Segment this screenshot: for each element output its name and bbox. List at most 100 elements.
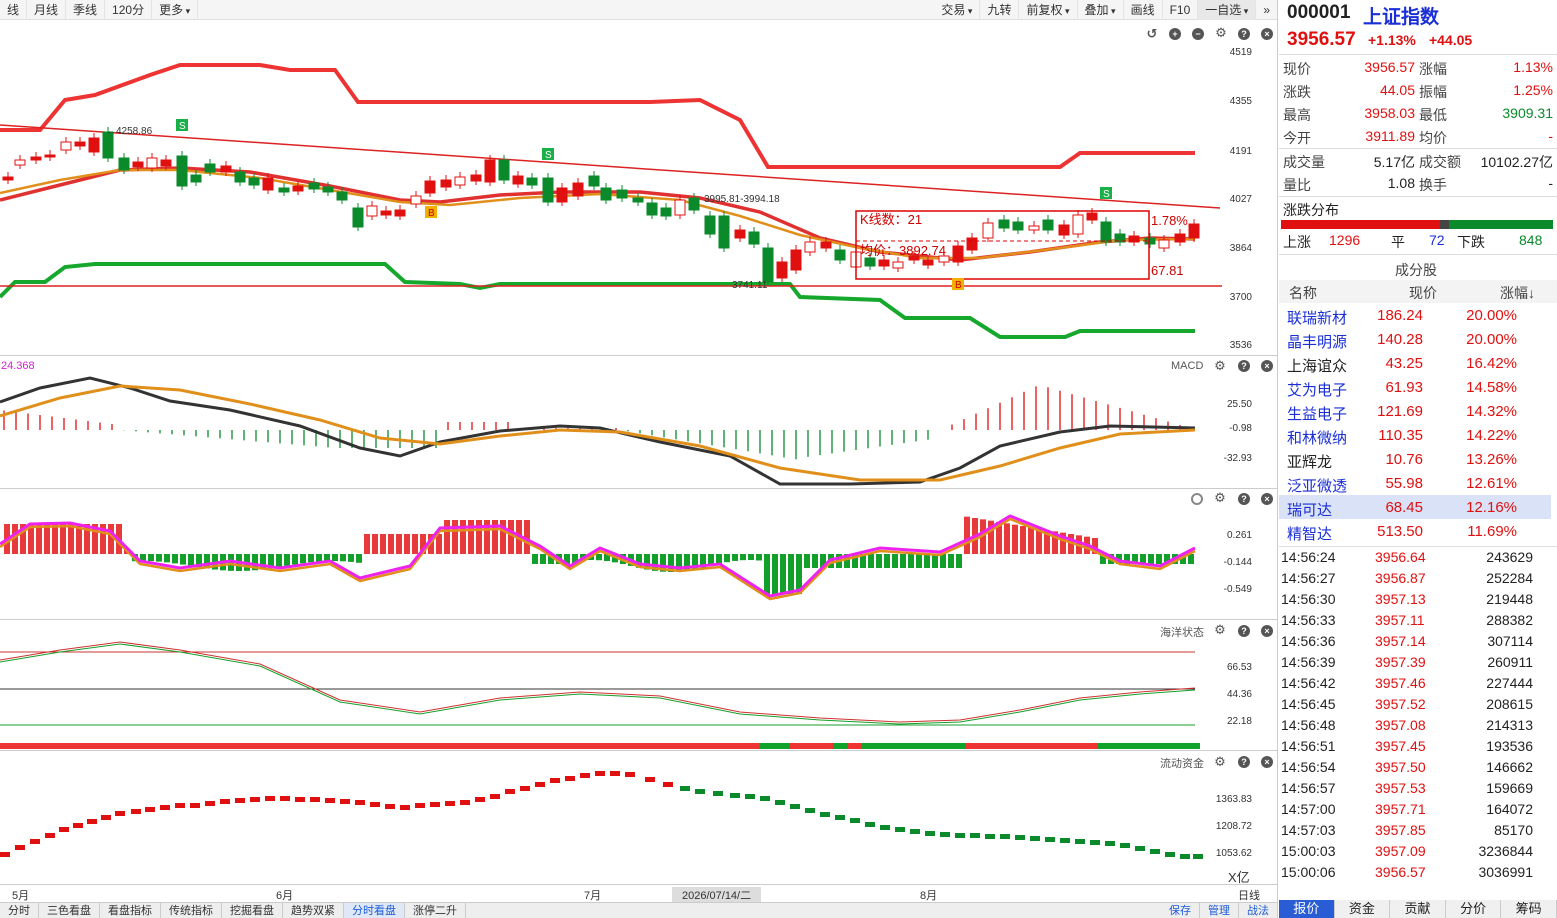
component-row[interactable]: 晶丰明源 140.28 20.00%	[1279, 327, 1551, 351]
indicator-tab-5[interactable]: 趋势双紧	[283, 903, 344, 918]
component-row[interactable]: 和林微纳 110.35 14.22%	[1279, 423, 1551, 447]
candle	[498, 159, 510, 181]
component-row[interactable]: 亚辉龙 10.76 13.26%	[1279, 447, 1551, 471]
macd-help-icon[interactable]: ?	[1238, 360, 1250, 372]
candle	[542, 177, 554, 203]
macd-pane[interactable]: 24.368 MACD ⚙ ? × 25.50 -0.98 -32.93	[0, 355, 1278, 489]
quote-tab-1[interactable]: 资金	[1334, 900, 1391, 918]
toolbar-3[interactable]: 120分	[105, 0, 153, 20]
osc-close-icon[interactable]: ×	[1261, 493, 1273, 505]
quote-tab-4[interactable]: 筹码	[1501, 900, 1557, 918]
comp-header-pct[interactable]: 涨幅↓	[1500, 283, 1535, 303]
settings-gear-icon[interactable]: ⚙	[1215, 26, 1227, 39]
flow-settings-icon[interactable]: ⚙	[1214, 755, 1226, 768]
target-icon[interactable]	[1191, 493, 1203, 505]
ocean-help-icon[interactable]: ?	[1238, 625, 1250, 637]
oscillator-chart[interactable]	[0, 489, 1278, 620]
candle	[220, 165, 232, 173]
flow-help-icon[interactable]: ?	[1238, 756, 1250, 768]
indicator-tab-3[interactable]: 传统指标	[161, 903, 222, 918]
quote-tab-0[interactable]: 报价	[1279, 900, 1335, 918]
indicator-tab-1[interactable]: 三色看盘	[39, 903, 100, 918]
flow-block	[15, 845, 25, 850]
indicator-tab-9[interactable]: 管理	[1200, 903, 1239, 918]
toolbar-1[interactable]: 月线	[27, 0, 67, 20]
period-label[interactable]: 日线	[1238, 887, 1260, 903]
component-name[interactable]: 精智达	[1287, 523, 1332, 544]
collapse-icon[interactable]: »	[1256, 0, 1277, 20]
flow-close-icon[interactable]: ×	[1261, 756, 1273, 768]
toolbar-right-5[interactable]: F10	[1163, 0, 1199, 20]
component-name[interactable]: 上海谊众	[1287, 355, 1347, 376]
indicator-tab-7[interactable]: 涨停二升	[405, 903, 466, 918]
indicator-tab-6[interactable]: 分时看盘	[344, 903, 405, 918]
indicator-tab-0[interactable]: 分时	[0, 903, 39, 918]
osc-help-icon[interactable]: ?	[1238, 493, 1250, 505]
close-icon[interactable]: ×	[1261, 28, 1273, 40]
macd-settings-icon[interactable]: ⚙	[1214, 359, 1226, 372]
component-row[interactable]: 泛亚微透 55.98 12.61%	[1279, 471, 1551, 495]
component-name[interactable]: 瑞可达	[1287, 499, 1332, 520]
ocean-close-icon[interactable]: ×	[1261, 625, 1273, 637]
zoom-in-icon[interactable]: +	[1169, 28, 1181, 40]
toolbar-right-3[interactable]: 叠加	[1078, 0, 1124, 20]
quote-tab-3[interactable]: 分价	[1445, 900, 1502, 918]
component-name[interactable]: 生益电子	[1287, 403, 1347, 424]
flow-block	[87, 819, 97, 824]
component-row[interactable]: 上海谊众 43.25 16.42%	[1279, 351, 1551, 375]
osc-bar	[468, 520, 474, 554]
component-name[interactable]: 泛亚微透	[1287, 475, 1347, 496]
component-row[interactable]: 联瑞新材 186.24 20.00%	[1279, 303, 1551, 327]
ocean-state-chart[interactable]	[0, 620, 1278, 751]
quote-tab-2[interactable]: 贡献	[1390, 900, 1446, 918]
component-name[interactable]: 亚辉龙	[1287, 451, 1332, 472]
tick-volume: 3236844	[1478, 843, 1533, 859]
oscillator-pane[interactable]: ⚙ ? × 0.261 -0.144 -0.549	[0, 488, 1278, 620]
comp-header-name[interactable]: 名称	[1289, 283, 1317, 303]
ytick-yOsc-0: 0.261	[1226, 530, 1252, 541]
toolbar-0[interactable]: 线	[0, 0, 28, 20]
ytick-yFlow-2: 1053.62	[1215, 848, 1252, 859]
x-label-may: 5月	[12, 890, 30, 902]
osc-settings-icon[interactable]: ⚙	[1214, 491, 1226, 504]
indicator-tab-8[interactable]: 保存	[1161, 903, 1200, 918]
candle	[74, 141, 86, 147]
component-row[interactable]: 精智达 513.50 11.69%	[1279, 519, 1551, 543]
indicator-tab-2[interactable]: 看盘指标	[100, 903, 161, 918]
kline-pane[interactable]: ←4258.86 3995.81-3994.18 3741.11 K线数：21 均价：3…	[0, 20, 1278, 355]
toolbar-right-4[interactable]: 画线	[1124, 0, 1163, 20]
ocean-state-pane[interactable]: 海洋状态 ⚙ ? × 66.53 44.36 22.18	[0, 619, 1278, 751]
toolbar-right-0[interactable]: 交易	[934, 0, 981, 20]
zoom-out-icon[interactable]: −	[1192, 28, 1204, 40]
component-name[interactable]: 艾为电子	[1287, 379, 1347, 400]
ocean-settings-icon[interactable]: ⚙	[1214, 623, 1226, 636]
kline-chart[interactable]: ←4258.86 3995.81-3994.18 3741.11 K线数：21 均价：3…	[0, 20, 1278, 355]
toolbar-right-6[interactable]: 一自选	[1198, 0, 1257, 20]
component-row[interactable]: 瑞可达 68.45 12.16%	[1279, 495, 1551, 519]
macd-chart[interactable]	[0, 356, 1278, 489]
tick-price: 3957.13	[1375, 591, 1426, 607]
indicator-tab-10[interactable]: 战法	[1239, 903, 1277, 918]
flow-chart[interactable]	[0, 751, 1278, 885]
macd-close-icon[interactable]: ×	[1261, 360, 1273, 372]
component-name[interactable]: 和林微纳	[1287, 427, 1347, 448]
undo-icon[interactable]: ↺	[1146, 27, 1158, 40]
flow-pane[interactable]: 流动资金 ⚙ ? × X亿 1363.83 1208.72 1053.62	[0, 750, 1278, 885]
component-price: 55.98	[1385, 475, 1423, 492]
toolbar-2[interactable]: 季线	[66, 0, 106, 20]
indicator-tab-4[interactable]: 挖掘看盘	[222, 903, 283, 918]
comp-header-price[interactable]: 现价	[1409, 283, 1437, 303]
component-row[interactable]: 生益电子 121.69 14.32%	[1279, 399, 1551, 423]
component-name[interactable]: 晶丰明源	[1287, 331, 1347, 352]
component-row[interactable]: 艾为电子 61.93 14.58%	[1279, 375, 1551, 399]
toolbar-right-2[interactable]: 前复权	[1019, 0, 1078, 20]
toolbar-4[interactable]: 更多	[152, 0, 199, 20]
quote-header: 000001 上证指数	[1279, 0, 1557, 28]
help-icon[interactable]: ?	[1238, 28, 1250, 40]
flow-block	[1075, 839, 1085, 844]
quote-label: 涨跌	[1283, 84, 1311, 100]
osc-bar	[308, 554, 314, 563]
component-name[interactable]: 联瑞新材	[1287, 307, 1347, 328]
chart-area[interactable]: 线月线季线120分更多 交易九转前复权叠加画线F10一自选» ←4258.86 39…	[0, 0, 1278, 918]
toolbar-right-1[interactable]: 九转	[980, 0, 1020, 20]
